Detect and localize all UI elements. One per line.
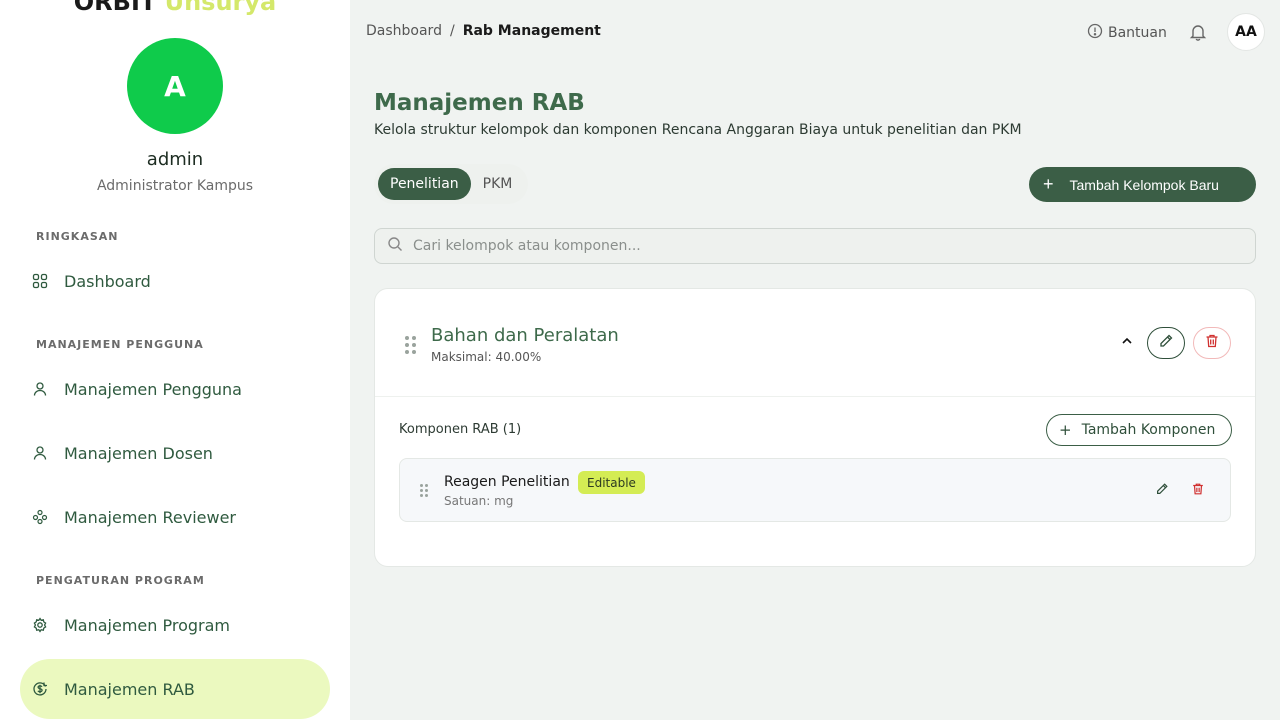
sidebar-item-dashboard[interactable]: Dashboard [20, 251, 330, 311]
page-subtitle: Kelola struktur kelompok dan komponen Re… [374, 122, 1022, 138]
tab-pkm[interactable]: PKM [471, 168, 525, 200]
sidebar-item-manajemen-reviewer[interactable]: Manajemen Reviewer [20, 487, 330, 547]
brand-name-accent: Unsurya [164, 0, 277, 16]
drag-handle-icon[interactable] [420, 484, 428, 497]
component-name: Reagen Penelitian [444, 474, 570, 490]
section-label-manajemen-pengguna: MANAJEMEN PENGGUNA [36, 338, 204, 351]
page-title: Manajemen RAB [374, 90, 585, 116]
sidebar: ORBIT Unsurya A admin Administrator Kamp… [0, 0, 350, 720]
info-icon [1087, 23, 1103, 43]
add-component-label: Tambah Komponen [1081, 422, 1216, 438]
program-tabs: Penelitian PKM [374, 164, 529, 204]
breadcrumb-dashboard[interactable]: Dashboard [366, 23, 442, 39]
add-component-button[interactable]: + Tambah Komponen [1046, 414, 1232, 446]
tab-penelitian[interactable]: Penelitian [378, 168, 471, 200]
plus-icon: + [1059, 421, 1072, 439]
breadcrumb: Dashboard / Rab Management [366, 23, 601, 39]
gear-icon [32, 617, 48, 633]
sidebar-item-label: Manajemen RAB [64, 679, 195, 699]
breadcrumb-separator: / [449, 23, 455, 39]
sidebar-item-label: Manajemen Program [64, 615, 231, 635]
user-role: Administrator Kampus [96, 178, 254, 194]
money-icon [32, 681, 48, 697]
components-title: Komponen RAB (1) [399, 422, 522, 437]
sidebar-item-manajemen-pengguna[interactable]: Manajemen Pengguna [20, 359, 330, 419]
brand-name: ORBIT [73, 0, 157, 16]
sidebar-item-label: Manajemen Reviewer [64, 507, 237, 527]
user-icon [32, 381, 48, 397]
group-header: Bahan dan Peralatan Maksimal: 40.00% [375, 289, 1255, 397]
help-link[interactable]: Bantuan [1087, 23, 1167, 43]
search-input[interactable] [413, 238, 1255, 254]
sidebar-item-label: Dashboard [64, 271, 151, 291]
user-avatar: A [127, 38, 223, 134]
user-icon [32, 445, 48, 461]
sidebar-item-label: Manajemen Dosen [64, 443, 213, 463]
pencil-icon [1158, 333, 1174, 353]
delete-group-button[interactable] [1193, 327, 1231, 359]
add-group-label: Tambah Kelompok Baru [1069, 176, 1219, 193]
section-label-pengaturan-program: PENGATURAN PROGRAM [36, 574, 205, 587]
user-menu-avatar[interactable]: AA [1227, 13, 1265, 51]
sidebar-item-manajemen-program[interactable]: Manajemen Program [20, 595, 330, 655]
search-icon [387, 236, 403, 256]
plus-icon: + [1043, 174, 1054, 194]
search-bar [374, 228, 1256, 264]
pencil-icon [1155, 481, 1169, 500]
sidebar-item-label: Manajemen Pengguna [64, 379, 242, 399]
chevron-up-icon[interactable] [1119, 333, 1135, 349]
edit-group-button[interactable] [1147, 327, 1185, 359]
rab-group-card: Bahan dan Peralatan Maksimal: 40.00% Kom… [374, 288, 1256, 567]
group-title: Bahan dan Peralatan [431, 325, 619, 346]
section-label-ringkasan: RINGKASAN [36, 230, 119, 243]
help-label: Bantuan [1108, 25, 1167, 41]
group-max: Maksimal: 40.00% [431, 350, 542, 364]
user-name: admin [146, 149, 204, 170]
trash-icon [1204, 333, 1220, 353]
component-unit: Satuan: mg [444, 494, 514, 508]
breadcrumb-current: Rab Management [462, 23, 601, 39]
brand-logo: ORBIT Unsurya [0, 0, 350, 16]
add-group-button[interactable]: + Tambah Kelompok Baru [1029, 167, 1256, 202]
delete-component-button[interactable] [1189, 481, 1207, 499]
component-row: Reagen Penelitian Editable Satuan: mg [399, 458, 1231, 522]
edit-component-button[interactable] [1153, 481, 1171, 499]
editable-badge: Editable [578, 471, 645, 494]
users-icon [32, 509, 48, 525]
sidebar-item-manajemen-rab[interactable]: Manajemen RAB [20, 659, 330, 719]
drag-handle-icon[interactable] [405, 336, 416, 354]
sidebar-item-manajemen-dosen[interactable]: Manajemen Dosen [20, 423, 330, 483]
bell-icon[interactable] [1188, 22, 1208, 42]
trash-icon [1191, 481, 1205, 500]
grid-icon [32, 273, 48, 289]
